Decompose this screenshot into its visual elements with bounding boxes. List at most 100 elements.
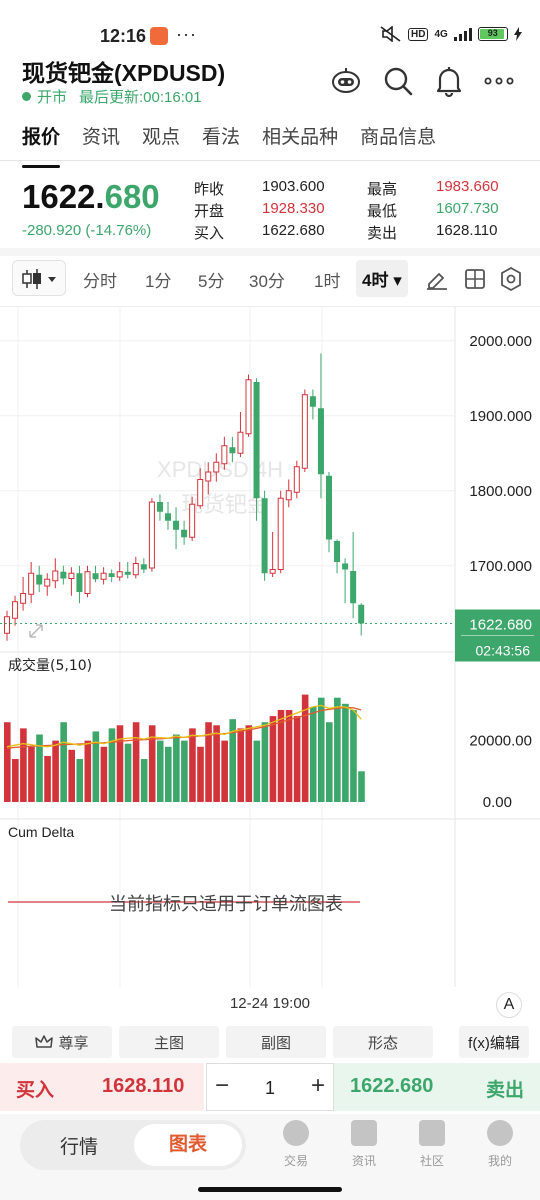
more-icon[interactable] bbox=[482, 64, 516, 98]
market-state: 开市 bbox=[37, 89, 68, 106]
candle-body bbox=[181, 529, 188, 538]
price-tick-label: 1700.000 bbox=[469, 558, 532, 575]
volume-bar bbox=[285, 709, 293, 802]
low-label: 最低 bbox=[367, 203, 398, 220]
bell-icon[interactable] bbox=[432, 64, 466, 98]
nav-market-tab[interactable]: 行情 bbox=[60, 1132, 98, 1159]
candle-body bbox=[342, 563, 349, 570]
sell-button-label: 卖出 bbox=[485, 1080, 524, 1101]
volume-bar bbox=[261, 722, 269, 802]
settings-icon[interactable] bbox=[498, 266, 524, 292]
chart-type-dropdown[interactable] bbox=[12, 260, 66, 296]
candle bbox=[309, 389, 316, 420]
period-timeshare[interactable]: 分时 bbox=[83, 267, 117, 292]
candle-body bbox=[116, 571, 123, 578]
status-icons: HD 4G 93 bbox=[380, 26, 522, 42]
volume-bar bbox=[293, 716, 301, 802]
candle bbox=[245, 374, 252, 437]
news-icon bbox=[351, 1120, 377, 1146]
candle-body bbox=[148, 501, 155, 569]
tab-related[interactable]: 相关品种 bbox=[262, 118, 338, 160]
watermark-symbol: XPDUSD 4H bbox=[157, 457, 283, 482]
candle-body bbox=[52, 570, 59, 582]
candle-body bbox=[173, 520, 180, 530]
buy-button[interactable]: 买入 1628.110 bbox=[0, 1063, 204, 1111]
candle-body bbox=[277, 497, 284, 570]
volume-bar bbox=[358, 771, 365, 802]
candle-body bbox=[350, 571, 357, 604]
period-5m[interactable]: 5分 bbox=[198, 267, 224, 292]
tab-news[interactable]: 资讯 bbox=[82, 118, 120, 160]
draw-tool-icon[interactable] bbox=[424, 266, 450, 292]
price-change: -280.920 (-14.76%) bbox=[22, 222, 152, 239]
font-size-toggle[interactable]: A bbox=[496, 992, 522, 1018]
prev-close-value: 1903.600 bbox=[262, 178, 325, 195]
tab-product-info[interactable]: 商品信息 bbox=[360, 118, 436, 160]
premium-button[interactable]: 尊享 bbox=[12, 1026, 112, 1058]
sell-button[interactable]: 1622.680 卖出 bbox=[334, 1063, 540, 1111]
volume-bar bbox=[165, 746, 172, 802]
candle-body bbox=[221, 445, 228, 465]
candle-body bbox=[60, 571, 67, 579]
formula-edit-button[interactable]: f(x)编辑 bbox=[459, 1026, 529, 1058]
trade-bar: 买入 1628.110 − 1 + 1622.680 卖出 bbox=[0, 1063, 540, 1111]
candle-body bbox=[358, 604, 365, 624]
crown-icon bbox=[35, 1035, 54, 1048]
cum-delta-label: Cum Delta bbox=[8, 824, 74, 840]
increase-quantity-button[interactable]: + bbox=[311, 1072, 325, 1100]
main-chart-button[interactable]: 主图 bbox=[119, 1026, 219, 1058]
candlestick-icon bbox=[22, 269, 56, 289]
candle bbox=[68, 567, 75, 596]
volume-bar bbox=[108, 728, 116, 802]
period-1m[interactable]: 1分 bbox=[145, 267, 171, 292]
candle-body bbox=[132, 563, 139, 576]
prev-close-label: 昨收 bbox=[194, 181, 225, 198]
period-1h[interactable]: 1时 bbox=[314, 267, 340, 292]
nav-profile[interactable]: 我的 bbox=[475, 1120, 525, 1169]
candle bbox=[36, 565, 43, 592]
volume-bar bbox=[28, 746, 35, 802]
volume-bar bbox=[12, 759, 19, 802]
candle-body bbox=[92, 573, 99, 580]
candle-body bbox=[197, 479, 204, 507]
candle-body bbox=[100, 572, 107, 580]
nav-trade[interactable]: 交易 bbox=[271, 1120, 321, 1169]
price-chart[interactable]: XPDUSD 4H 现货钯金 2000.0001900.0001800.0001… bbox=[0, 307, 540, 987]
candle bbox=[285, 479, 292, 508]
candle bbox=[20, 577, 27, 611]
volume-bar bbox=[52, 740, 59, 802]
candle-body bbox=[20, 593, 27, 604]
tab-views[interactable]: 观点 bbox=[142, 118, 180, 160]
tab-opinions[interactable]: 看法 bbox=[202, 118, 240, 160]
candle bbox=[317, 353, 324, 499]
candle bbox=[326, 472, 332, 553]
nav-news[interactable]: 资讯 bbox=[339, 1120, 389, 1169]
volume-bar bbox=[253, 740, 261, 802]
candle-body bbox=[229, 447, 236, 454]
volume-bar bbox=[213, 725, 220, 802]
search-icon[interactable] bbox=[381, 64, 415, 98]
layout-grid-icon[interactable] bbox=[462, 266, 488, 292]
volume-bar bbox=[245, 725, 253, 802]
quote-divider bbox=[0, 248, 540, 256]
expand-icon[interactable] bbox=[29, 624, 43, 638]
candle bbox=[293, 460, 300, 499]
view-switch: 行情 图表 bbox=[20, 1120, 246, 1170]
nav-community[interactable]: 社区 bbox=[407, 1120, 457, 1169]
volume-bar bbox=[197, 746, 204, 802]
tab-divider bbox=[0, 160, 540, 161]
period-4h[interactable]: 4时 ▾ bbox=[356, 260, 408, 297]
detail-tabs: 报价 资讯 观点 看法 相关品种 商品信息 bbox=[0, 118, 540, 168]
pattern-button[interactable]: 形态 bbox=[333, 1026, 433, 1058]
candle-body bbox=[205, 471, 212, 482]
period-30m[interactable]: 30分 bbox=[249, 267, 285, 292]
candle bbox=[12, 595, 19, 626]
tab-quote[interactable]: 报价 bbox=[22, 118, 61, 168]
volume-tick-label: 20000.00 bbox=[469, 733, 532, 750]
candle bbox=[358, 603, 365, 636]
robot-assistant-icon[interactable] bbox=[329, 64, 363, 98]
sub-chart-button[interactable]: 副图 bbox=[226, 1026, 326, 1058]
battery-icon: 93 bbox=[477, 27, 508, 41]
candle-body bbox=[140, 564, 147, 570]
nav-chart-tab[interactable]: 图表 bbox=[134, 1124, 242, 1166]
